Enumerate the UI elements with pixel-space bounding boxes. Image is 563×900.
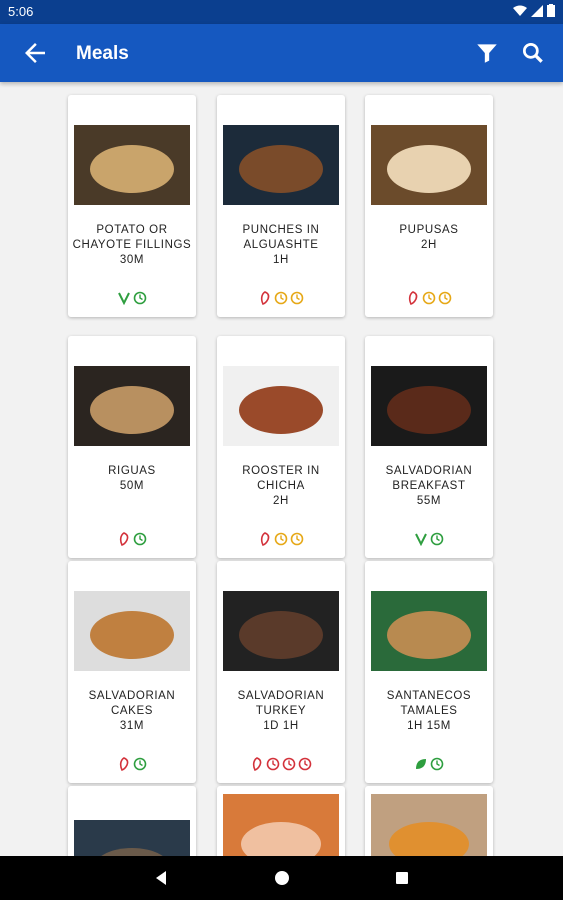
vegan-icon [415, 533, 427, 546]
navigation-bar [0, 856, 563, 900]
clock-icon [290, 291, 304, 305]
meal-badges [217, 532, 345, 546]
meal-time: 1D 1H [263, 720, 299, 732]
meal-card-partial[interactable] [68, 786, 196, 900]
meal-card-partial[interactable] [365, 786, 493, 874]
meal-photo [74, 125, 190, 205]
meal-card[interactable]: PUPUSAS 2H [365, 95, 493, 317]
meal-time: 55M [416, 495, 442, 507]
meal-name: POTATO OR CHAYOTE FILLINGS 30M [72, 224, 192, 266]
meal-time: 31M [119, 720, 145, 732]
meal-time: 1H [273, 254, 289, 266]
meal-photo [371, 591, 487, 671]
clock-icon [274, 532, 288, 546]
search-icon[interactable] [520, 40, 546, 66]
meal-badges [217, 757, 345, 771]
clock-icon [266, 757, 280, 771]
wifi-icon [513, 5, 527, 16]
clock-icon [133, 757, 147, 771]
clock-icon [133, 532, 147, 546]
status-icons [513, 4, 555, 17]
meal-time: 50M [119, 480, 145, 492]
chili-pepper-icon [260, 532, 270, 546]
meal-name: SALVADORIAN CAKES 31M [72, 689, 192, 734]
meal-card[interactable]: RIGUAS 50M [68, 336, 196, 558]
clock-icon [282, 757, 296, 771]
meal-badges [68, 757, 196, 771]
back-arrow-icon[interactable] [20, 38, 50, 68]
meal-name: RIGUAS 50M [72, 464, 192, 494]
meal-badges [365, 757, 493, 771]
meal-card[interactable]: POTATO OR CHAYOTE FILLINGS 30M [68, 95, 196, 317]
meal-name: SANTANECOS TAMALES 1H 15M [369, 689, 489, 734]
chili-pepper-icon [260, 291, 270, 305]
meal-photo [223, 125, 339, 205]
chili-pepper-icon [252, 757, 262, 771]
meal-photo [74, 366, 190, 446]
meal-card[interactable]: SALVADORIAN BREAKFAST 55M [365, 336, 493, 558]
page-title: Meals [76, 43, 129, 64]
meal-photo [223, 591, 339, 671]
meal-name: SALVADORIAN TURKEY 1D 1H [221, 689, 341, 734]
meal-photo [371, 366, 487, 446]
meal-card[interactable]: SALVADORIAN CAKES 31M [68, 561, 196, 783]
nav-home-icon[interactable] [272, 868, 292, 888]
meal-time: 30M [119, 254, 145, 266]
battery-icon [547, 4, 555, 17]
meal-card[interactable]: PUNCHES IN ALGUASHTE 1H [217, 95, 345, 317]
meal-card[interactable]: SALVADORIAN TURKEY 1D 1H [217, 561, 345, 783]
meal-name: PUPUSAS 2H [369, 223, 489, 253]
meal-badges [365, 532, 493, 546]
meal-badges [68, 532, 196, 546]
nav-back-icon[interactable] [152, 868, 172, 888]
chili-pepper-icon [119, 757, 129, 771]
meal-name: SALVADORIAN BREAKFAST 55M [369, 464, 489, 509]
nav-recents-icon[interactable] [392, 868, 412, 888]
clock-icon [438, 291, 452, 305]
meal-card[interactable]: SANTANECOS TAMALES 1H 15M [365, 561, 493, 783]
meal-photo [371, 125, 487, 205]
clock-icon [133, 291, 147, 305]
meal-name: ROOSTER IN CHICHA 2H [221, 464, 341, 509]
clock-icon [290, 532, 304, 546]
vegan-icon [118, 292, 130, 305]
meal-time: 2H [273, 495, 289, 507]
meal-photo [223, 366, 339, 446]
meal-badges [217, 291, 345, 305]
clock-icon [422, 291, 436, 305]
clock-icon [430, 757, 444, 771]
status-bar: 5:06 [0, 0, 563, 24]
meal-badges [365, 291, 493, 305]
chili-pepper-icon [408, 291, 418, 305]
clock-icon [430, 532, 444, 546]
clock-icon [298, 757, 312, 771]
leaf-icon [416, 759, 426, 769]
meal-name: PUNCHES IN ALGUASHTE 1H [221, 223, 341, 268]
meal-time: 1H 15M [407, 720, 451, 732]
meal-card-partial[interactable] [217, 786, 345, 874]
clock-icon [274, 291, 288, 305]
meal-card[interactable]: ROOSTER IN CHICHA 2H [217, 336, 345, 558]
meal-time: 2H [421, 239, 437, 251]
app-bar: Meals [0, 24, 563, 82]
meal-badges [68, 291, 196, 305]
status-time: 5:06 [8, 4, 34, 19]
filter-icon[interactable] [474, 40, 500, 66]
signal-icon [531, 4, 543, 17]
chili-pepper-icon [119, 532, 129, 546]
meal-photo [74, 591, 190, 671]
